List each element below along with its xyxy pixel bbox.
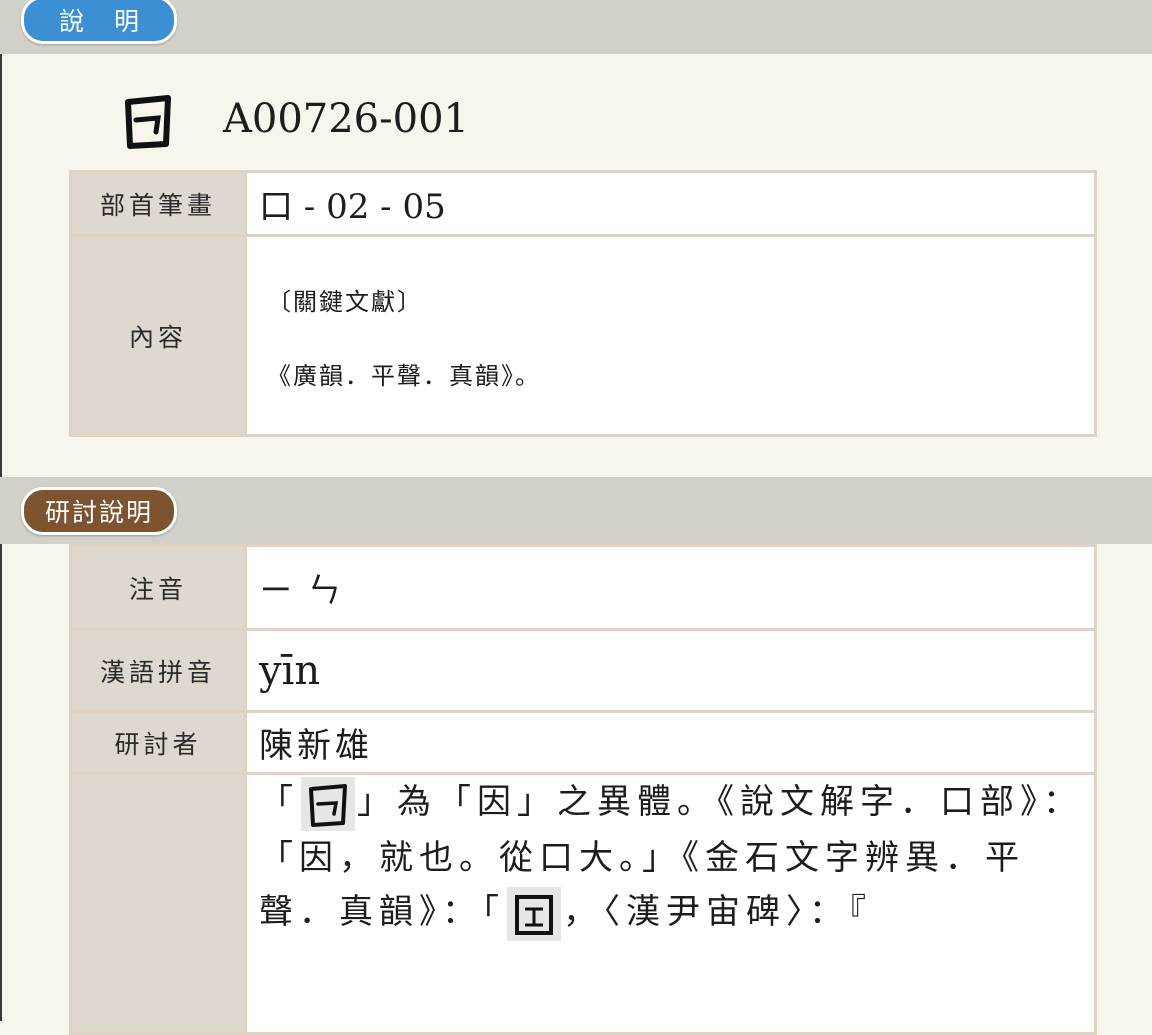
description-label [69, 772, 247, 1035]
radical-label: 部首筆畫 [69, 170, 247, 237]
content-line: 《廣韻．平聲．真韻》。 [267, 361, 541, 390]
variant-glyph-icon [301, 777, 355, 831]
character-code: A00726-001 [223, 96, 469, 142]
content-line: 〔關鍵文獻〕 [267, 287, 423, 316]
stele-glyph-icon [507, 887, 561, 941]
content-value: 〔關鍵文獻〕 《廣韻．平聲．真韻》。 [244, 234, 1097, 437]
pinyin-label: 漢語拼音 [69, 628, 247, 713]
description-value: 「」為「因」之異體。《說文解字．口部》：「因，就也。從口大。」《金石文字辨異．平… [244, 772, 1097, 1035]
revision-tab[interactable]: 研討說明 [21, 487, 177, 535]
zhuyin-value: ㄧㄣ [244, 544, 1097, 631]
radical-value: 口 - 02 - 05 [244, 170, 1097, 237]
reviewer-value: 陳新雄 [244, 710, 1097, 775]
zhuyin-label: 注音 [69, 544, 247, 631]
pinyin-value: yīn [244, 628, 1097, 713]
variant-glyph-icon [118, 88, 178, 154]
reviewer-label: 研討者 [69, 710, 247, 775]
description-segment: ，〈漢尹宙碑〉：『 [563, 892, 872, 932]
explanation-tab[interactable]: 說明 [21, 0, 177, 44]
info-table: 部首筆畫 口 - 02 - 05 內容 〔關鍵文獻〕 《廣韻．平聲．真韻》。 [69, 170, 1097, 437]
revision-table: 注音 ㄧㄣ 漢語拼音 yīn 研討者 陳新雄 「」為「因」之異體。《說文解字．口… [69, 544, 1097, 1035]
description-text: 「」為「因」之異體。《說文解字．口部》：「因，就也。從口大。」《金石文字辨異．平… [259, 775, 1094, 941]
content-label: 內容 [69, 234, 247, 437]
description-segment: 「 [259, 782, 299, 822]
